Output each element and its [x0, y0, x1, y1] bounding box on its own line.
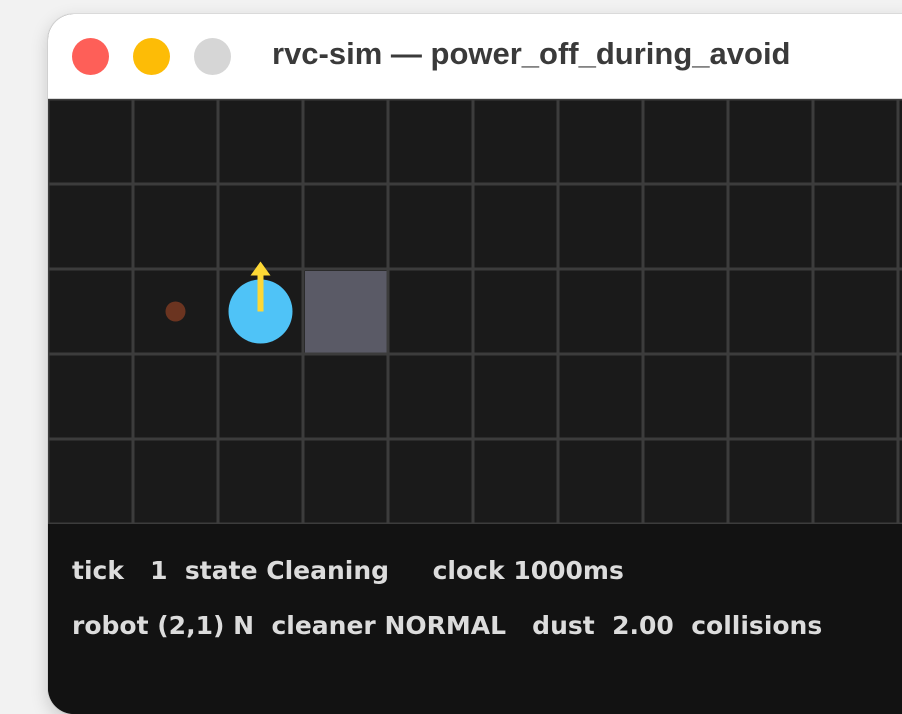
- tick-value: 1: [150, 556, 168, 585]
- collisions-label: collisions: [691, 611, 823, 640]
- state-value: Cleaning: [266, 556, 390, 585]
- app-window: rvc-sim — power_off_during_avoid tick 1 …: [48, 14, 902, 714]
- dust-particle: [165, 301, 186, 322]
- cleaner-label: cleaner: [271, 611, 376, 640]
- state-label: state: [184, 556, 258, 585]
- title-bar[interactable]: rvc-sim — power_off_during_avoid: [48, 14, 902, 99]
- grid-canvas: [48, 99, 902, 524]
- minimize-button[interactable]: [133, 38, 170, 75]
- tick-label: tick: [72, 556, 124, 585]
- status-panel: tick 1 state Cleaning clock 1000ms robot…: [48, 524, 902, 714]
- robot-label: robot: [72, 611, 149, 640]
- status-line-2: robot (2,1) N cleaner NORMAL dust 2.00 c…: [72, 611, 822, 640]
- obstacle-cell: [305, 271, 387, 353]
- simulation-grid: [48, 99, 902, 524]
- clock-value: 1000ms: [513, 556, 624, 585]
- dust-label: dust: [532, 611, 595, 640]
- zoom-button[interactable]: [194, 38, 231, 75]
- cleaner-value: NORMAL: [384, 611, 507, 640]
- close-button[interactable]: [72, 38, 109, 75]
- dust-value: 2.00: [612, 611, 674, 640]
- robot-value: (2,1) N: [157, 611, 255, 640]
- window-title: rvc-sim — power_off_during_avoid: [272, 36, 791, 71]
- status-line-1: tick 1 state Cleaning clock 1000ms: [72, 556, 624, 585]
- clock-label: clock: [432, 556, 505, 585]
